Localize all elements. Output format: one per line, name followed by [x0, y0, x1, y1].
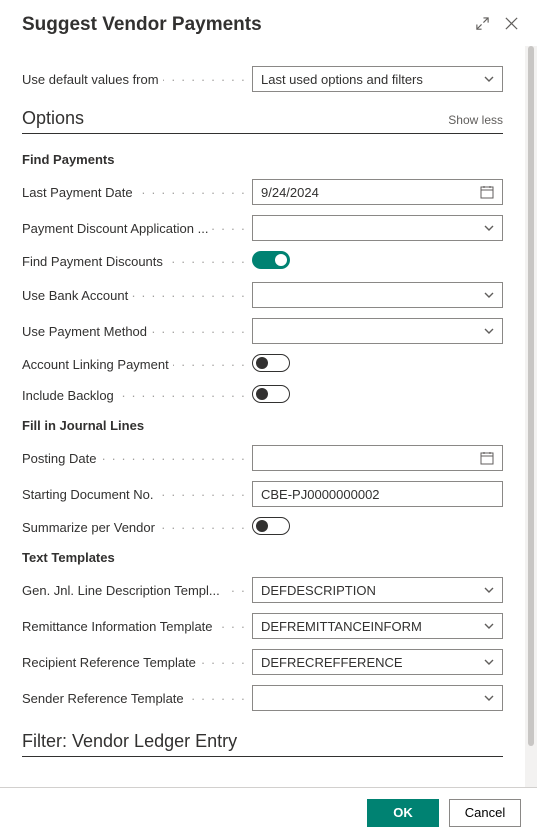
- content-scroll: Use default values from Last used option…: [0, 46, 525, 787]
- chevron-down-icon: [484, 657, 494, 667]
- chevron-down-icon: [484, 223, 494, 233]
- options-section-header: Options Show less: [22, 108, 503, 134]
- dialog-header: Suggest Vendor Payments: [0, 0, 537, 46]
- templates-heading: Text Templates: [22, 550, 503, 565]
- acct-linking-label: Account Linking Payment: [22, 357, 252, 372]
- last-payment-date-row: Last Payment Date 9/24/2024: [22, 179, 503, 205]
- defaults-select[interactable]: Last used options and filters: [252, 66, 503, 92]
- expand-icon[interactable]: [475, 16, 490, 34]
- start-doc-input[interactable]: CBE-PJ0000000002: [252, 481, 503, 507]
- chevron-down-icon: [484, 290, 494, 300]
- defaults-value: Last used options and filters: [261, 72, 484, 87]
- chevron-down-icon: [484, 74, 494, 84]
- chevron-down-icon: [484, 621, 494, 631]
- content-area: Use default values from Last used option…: [0, 46, 537, 787]
- summarize-toggle[interactable]: [252, 517, 290, 535]
- posting-date-row: Posting Date: [22, 445, 503, 471]
- start-doc-row: Starting Document No. CBE-PJ0000000002: [22, 481, 503, 507]
- find-discounts-label: Find Payment Discounts: [22, 254, 252, 269]
- discount-app-label: Payment Discount Application ...: [22, 221, 252, 236]
- last-payment-date-label: Last Payment Date: [22, 185, 252, 200]
- remittance-label: Remittance Information Template: [22, 619, 252, 634]
- summarize-label: Summarize per Vendor: [22, 520, 252, 535]
- summarize-row: Summarize per Vendor: [22, 517, 503, 538]
- find-payments-heading: Find Payments: [22, 152, 503, 167]
- use-method-row: Use Payment Method: [22, 318, 503, 344]
- sender-select[interactable]: [252, 685, 503, 711]
- options-title: Options: [22, 108, 448, 129]
- use-bank-select[interactable]: [252, 282, 503, 308]
- remittance-select[interactable]: DEFREMITTANCEINFORM: [252, 613, 503, 639]
- recipient-label: Recipient Reference Template: [22, 655, 252, 670]
- posting-date-label: Posting Date: [22, 451, 252, 466]
- recipient-row: Recipient Reference Template DEFRECREFFE…: [22, 649, 503, 675]
- defaults-label: Use default values from: [22, 72, 252, 87]
- use-bank-row: Use Bank Account: [22, 282, 503, 308]
- calendar-icon[interactable]: [480, 185, 494, 199]
- chevron-down-icon: [484, 326, 494, 336]
- close-icon[interactable]: [504, 16, 519, 34]
- filter-section-header: Filter: Vendor Ledger Entry: [22, 731, 503, 757]
- include-backlog-label: Include Backlog: [22, 388, 252, 403]
- recipient-select[interactable]: DEFRECREFFERENCE: [252, 649, 503, 675]
- use-method-label: Use Payment Method: [22, 324, 252, 339]
- discount-app-row: Payment Discount Application ...: [22, 215, 503, 241]
- gen-desc-select[interactable]: DEFDESCRIPTION: [252, 577, 503, 603]
- start-doc-label: Starting Document No.: [22, 487, 252, 502]
- sender-row: Sender Reference Template: [22, 685, 503, 711]
- acct-linking-row: Account Linking Payment: [22, 354, 503, 375]
- dialog-footer: OK Cancel: [0, 787, 537, 837]
- chevron-down-icon: [484, 585, 494, 595]
- vertical-scrollbar[interactable]: [525, 46, 537, 787]
- calendar-icon[interactable]: [480, 451, 494, 465]
- discount-app-select[interactable]: [252, 215, 503, 241]
- use-method-select[interactable]: [252, 318, 503, 344]
- dialog: Suggest Vendor Payments Use default valu…: [0, 0, 537, 837]
- defaults-row: Use default values from Last used option…: [22, 66, 503, 92]
- header-actions: [475, 16, 519, 34]
- include-backlog-row: Include Backlog: [22, 385, 503, 406]
- include-backlog-toggle[interactable]: [252, 385, 290, 403]
- chevron-down-icon: [484, 693, 494, 703]
- last-payment-date-input[interactable]: 9/24/2024: [252, 179, 503, 205]
- find-discounts-row: Find Payment Discounts: [22, 251, 503, 272]
- gen-desc-label: Gen. Jnl. Line Description Templ...: [22, 583, 252, 598]
- sender-label: Sender Reference Template: [22, 691, 252, 706]
- find-discounts-toggle[interactable]: [252, 251, 290, 269]
- show-less-link[interactable]: Show less: [448, 113, 503, 127]
- scrollbar-thumb[interactable]: [528, 46, 534, 746]
- ok-button[interactable]: OK: [367, 799, 439, 827]
- dialog-title: Suggest Vendor Payments: [22, 14, 475, 36]
- posting-date-input[interactable]: [252, 445, 503, 471]
- journal-heading: Fill in Journal Lines: [22, 418, 503, 433]
- use-bank-label: Use Bank Account: [22, 288, 252, 303]
- cancel-button[interactable]: Cancel: [449, 799, 521, 827]
- acct-linking-toggle[interactable]: [252, 354, 290, 372]
- remittance-row: Remittance Information Template DEFREMIT…: [22, 613, 503, 639]
- gen-desc-row: Gen. Jnl. Line Description Templ... DEFD…: [22, 577, 503, 603]
